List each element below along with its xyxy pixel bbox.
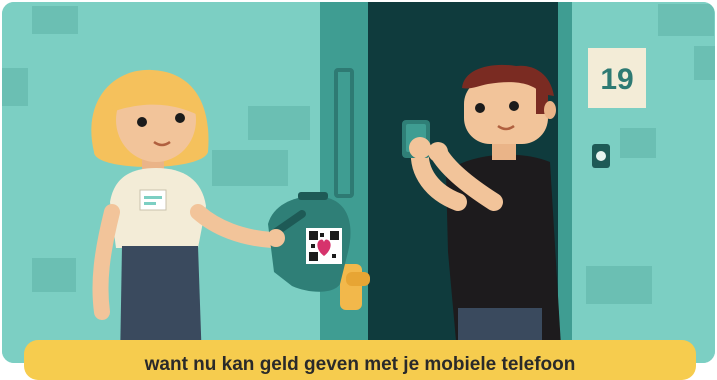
house-number: 19 xyxy=(600,63,633,96)
doorbell-icon xyxy=(592,144,610,168)
wall-block xyxy=(658,4,714,36)
wall-block xyxy=(586,266,652,304)
name-badge xyxy=(139,189,167,211)
man-eye xyxy=(475,103,485,113)
woman-eye xyxy=(137,117,147,127)
wall-block xyxy=(620,128,656,158)
subtitle-text: want nu kan geld geven met je mobiele te… xyxy=(144,354,576,375)
wall-block xyxy=(32,6,78,34)
woman-eye xyxy=(175,113,185,123)
wall-block xyxy=(694,46,715,80)
animation-frame: 19 xyxy=(2,2,715,363)
wall-block xyxy=(212,150,288,186)
scene-illustration: 19 xyxy=(2,2,715,363)
wall-block xyxy=(32,258,76,292)
coin-slot xyxy=(298,192,328,200)
wall-block xyxy=(2,68,28,106)
door-jamb xyxy=(558,2,572,363)
man-eye xyxy=(509,101,519,111)
wall-block xyxy=(248,106,310,140)
subtitle-bar: want nu kan geld geven met je mobiele te… xyxy=(24,340,696,380)
